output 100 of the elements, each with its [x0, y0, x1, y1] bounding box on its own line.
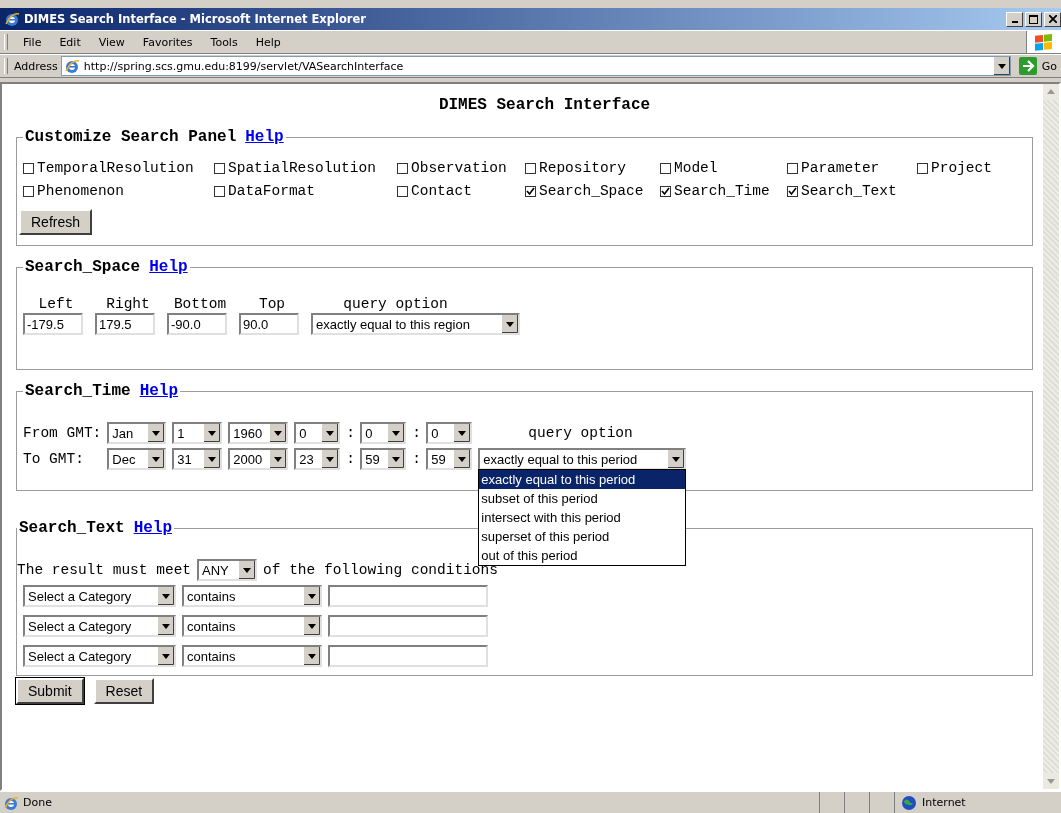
checkbox[interactable]: [525, 185, 536, 197]
checkbox[interactable]: [214, 162, 225, 174]
help-link[interactable]: Help: [139, 382, 179, 400]
menu-item[interactable]: Edit: [50, 35, 90, 49]
page-heading: DIMES Search Interface: [437, 96, 652, 114]
checkbox-label: Search_Time: [674, 183, 770, 199]
help-link[interactable]: Help: [245, 128, 284, 146]
caret-icon: [304, 647, 320, 665]
caret-icon: [304, 587, 320, 605]
help-link[interactable]: Help: [149, 258, 188, 276]
refresh-button[interactable]: Refresh: [19, 209, 93, 235]
window-title: DIMES Search Interface - Microsoft Internet Explorer: [24, 12, 367, 26]
checkbox[interactable]: [787, 162, 798, 174]
checkbox-label: Phenomenon: [37, 183, 124, 199]
checkmark-icon: [526, 186, 535, 196]
caret-icon: [388, 424, 405, 442]
checkbox-label: SpatialResolution: [228, 160, 376, 176]
dropdown-option[interactable]: intersect with this period: [479, 508, 686, 527]
row-label: From GMT:: [23, 425, 102, 441]
checkbox[interactable]: [23, 185, 34, 197]
match-dropdown[interactable]: ANY: [197, 559, 258, 581]
caret-icon: [239, 561, 256, 579]
form-button[interactable]: Submit: [16, 678, 84, 704]
menu-item[interactable]: Favorites: [133, 35, 202, 49]
day-dropdown[interactable]: 31: [172, 448, 223, 470]
section-title: Customize Search Panel: [25, 128, 237, 146]
month-dropdown[interactable]: Dec: [107, 448, 167, 470]
checkbox[interactable]: [397, 185, 408, 197]
input-field[interactable]: [328, 585, 488, 607]
caret-icon: [322, 450, 339, 468]
scrollbar[interactable]: [1043, 84, 1059, 789]
menu-item[interactable]: File: [14, 35, 51, 49]
checkbox[interactable]: [660, 162, 671, 174]
caret-icon: [304, 617, 320, 635]
category-dropdown[interactable]: Select a Category: [23, 585, 176, 607]
checkbox[interactable]: [23, 162, 34, 174]
menu-item[interactable]: View: [89, 35, 134, 49]
hour-dropdown[interactable]: 23: [294, 448, 341, 470]
go-button[interactable]: Go: [1010, 57, 1061, 75]
ie-logo-icon: [63, 58, 80, 74]
caret-icon: [270, 424, 287, 442]
year-dropdown[interactable]: 2000: [228, 448, 289, 470]
year-dropdown[interactable]: 1960: [228, 422, 289, 444]
windows-flag-icon: [1033, 32, 1055, 52]
category-dropdown[interactable]: Select a Category: [23, 645, 176, 667]
row-label: To GMT:: [23, 451, 85, 467]
arrow-icon: [1018, 57, 1037, 75]
ie-logo-icon: [3, 794, 19, 811]
ie-logo-icon: [4, 11, 20, 27]
minute-dropdown[interactable]: 59: [360, 448, 407, 470]
field-label: query option: [527, 425, 634, 441]
operator-dropdown[interactable]: contains: [182, 615, 322, 637]
checkbox[interactable]: [525, 162, 536, 174]
caret-icon: [158, 587, 174, 605]
dropdown-option[interactable]: superset of this period: [479, 527, 686, 546]
checkbox[interactable]: [917, 162, 928, 174]
dropdown-option[interactable]: out of this period: [479, 546, 686, 565]
caret-icon: [158, 647, 174, 665]
form-button[interactable]: Reset: [93, 678, 155, 704]
help-link[interactable]: Help: [133, 519, 173, 537]
menu-item[interactable]: Help: [246, 35, 290, 49]
query-option-dropdown[interactable]: exactly equal to this region: [311, 313, 520, 335]
field-label: Bottom: [172, 296, 228, 312]
checkbox-label: DataFormat: [228, 183, 315, 199]
dropdown-option[interactable]: exactly equal to this period: [479, 470, 686, 489]
maximize-button[interactable]: [1025, 11, 1042, 27]
query-option-dropdown[interactable]: exactly equal to this period: [478, 448, 687, 470]
hour-dropdown[interactable]: 0: [294, 422, 341, 444]
scroll-down-icon: [1043, 773, 1059, 789]
address-field[interactable]: http://spring.scs.gmu.edu:8199/servlet/VASearchInterface: [60, 56, 1011, 76]
menu-item[interactable]: Tools: [201, 35, 247, 49]
category-dropdown[interactable]: Select a Category: [23, 615, 176, 637]
dropdown-option[interactable]: subset of this period: [479, 489, 686, 508]
input-field[interactable]: -179.5: [23, 313, 83, 335]
sentence-text: The result must meet: [17, 562, 192, 578]
close-button[interactable]: [1044, 11, 1061, 27]
caret-icon: [454, 424, 471, 442]
second-dropdown[interactable]: 59: [426, 448, 473, 470]
caret-icon: [158, 617, 174, 635]
checkbox-label: Project: [931, 160, 992, 176]
section-title: Search_Text: [19, 519, 125, 537]
checkbox[interactable]: [787, 185, 798, 197]
input-field[interactable]: -90.0: [167, 313, 227, 335]
input-field[interactable]: [328, 615, 488, 637]
checkbox[interactable]: [397, 162, 408, 174]
input-field[interactable]: [328, 645, 488, 667]
second-dropdown[interactable]: 0: [426, 422, 473, 444]
minute-dropdown[interactable]: 0: [360, 422, 407, 444]
caret-icon: [148, 450, 165, 468]
input-field[interactable]: 90.0: [239, 313, 299, 335]
operator-dropdown[interactable]: contains: [182, 645, 322, 667]
input-field[interactable]: 179.5: [95, 313, 155, 335]
checkbox[interactable]: [214, 185, 225, 197]
checkbox[interactable]: [660, 185, 671, 197]
minimize-button[interactable]: [1006, 11, 1023, 27]
month-dropdown[interactable]: Jan: [107, 422, 167, 444]
day-dropdown[interactable]: 1: [172, 422, 223, 444]
caret-icon: [270, 450, 287, 468]
time-separator: :: [412, 451, 421, 467]
operator-dropdown[interactable]: contains: [182, 585, 322, 607]
